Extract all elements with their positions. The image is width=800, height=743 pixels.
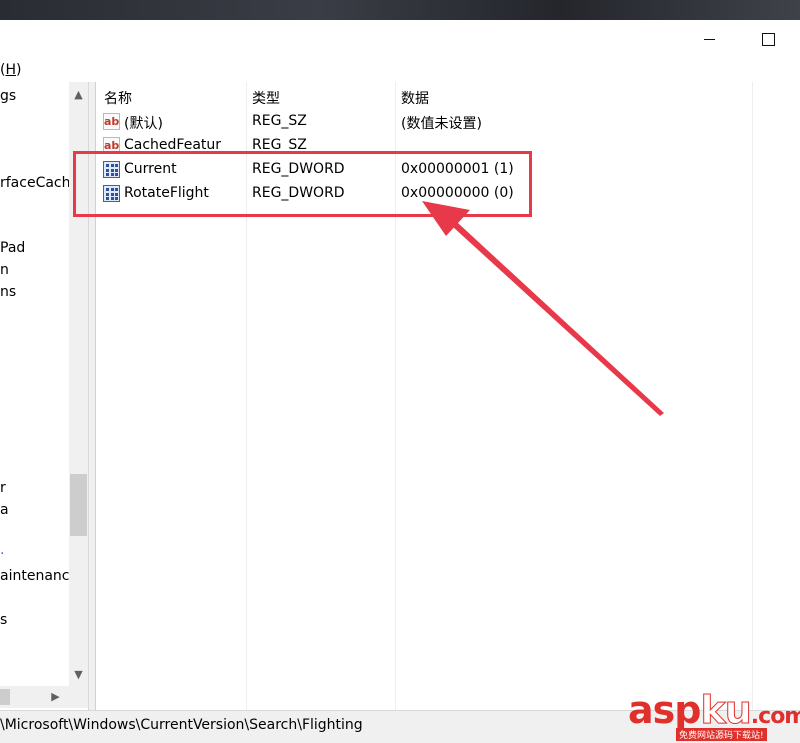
title-bar [0,20,800,60]
tree-item[interactable]: rfaceCach [0,174,71,192]
column-header-name[interactable]: 名称 [104,88,132,108]
list-header: 名称 类型 数据 [96,82,800,108]
scroll-down-icon[interactable]: ▼ [69,666,88,684]
annotation-highlight-box [73,151,532,217]
tree-item[interactable]: n [0,261,9,279]
scroll-up-icon[interactable]: ▲ [69,86,88,104]
tree-item[interactable]: gs [0,87,16,105]
tree-item[interactable]: s [0,611,7,629]
maximize-button[interactable] [744,20,790,60]
menu-help[interactable]: (H) [0,62,21,78]
column-header-data[interactable]: 数据 [401,88,429,108]
tree-horizontal-scrollbar[interactable]: ▶ [0,686,88,708]
tree-item[interactable]: Pad [0,239,25,257]
hscroll-thumb[interactable] [0,689,10,705]
reg-string-icon: ab [103,113,120,130]
tree-item[interactable]: r [0,479,6,497]
tree-item[interactable]: a [0,501,9,519]
value-data: (数值未设置) [401,116,482,132]
menu-help-suffix: ) [16,62,22,78]
registry-path: \Microsoft\Windows\CurrentVersion\Search… [0,717,363,733]
tree-item[interactable]: . [0,541,4,559]
watermark-logo: aspku.com 免费网站源码下载站! [628,690,800,743]
tree-item[interactable]: ns [0,283,16,301]
minimize-button[interactable] [686,20,732,60]
menu-help-accelerator: H [5,62,16,78]
column-header-type[interactable]: 类型 [252,88,280,108]
scroll-thumb[interactable] [70,474,87,536]
watermark-subtitle: 免费网站源码下载站! [676,728,767,741]
menu-bar: (H) [0,60,800,82]
value-name: (默认) [124,116,163,132]
tree-item[interactable]: aintenanc [0,567,69,585]
scroll-right-icon[interactable]: ▶ [46,688,65,706]
value-type: REG_SZ [252,113,307,129]
value-row[interactable]: ab (默认) REG_SZ (数值未设置) [96,110,800,134]
desktop-background-strip [0,0,800,20]
